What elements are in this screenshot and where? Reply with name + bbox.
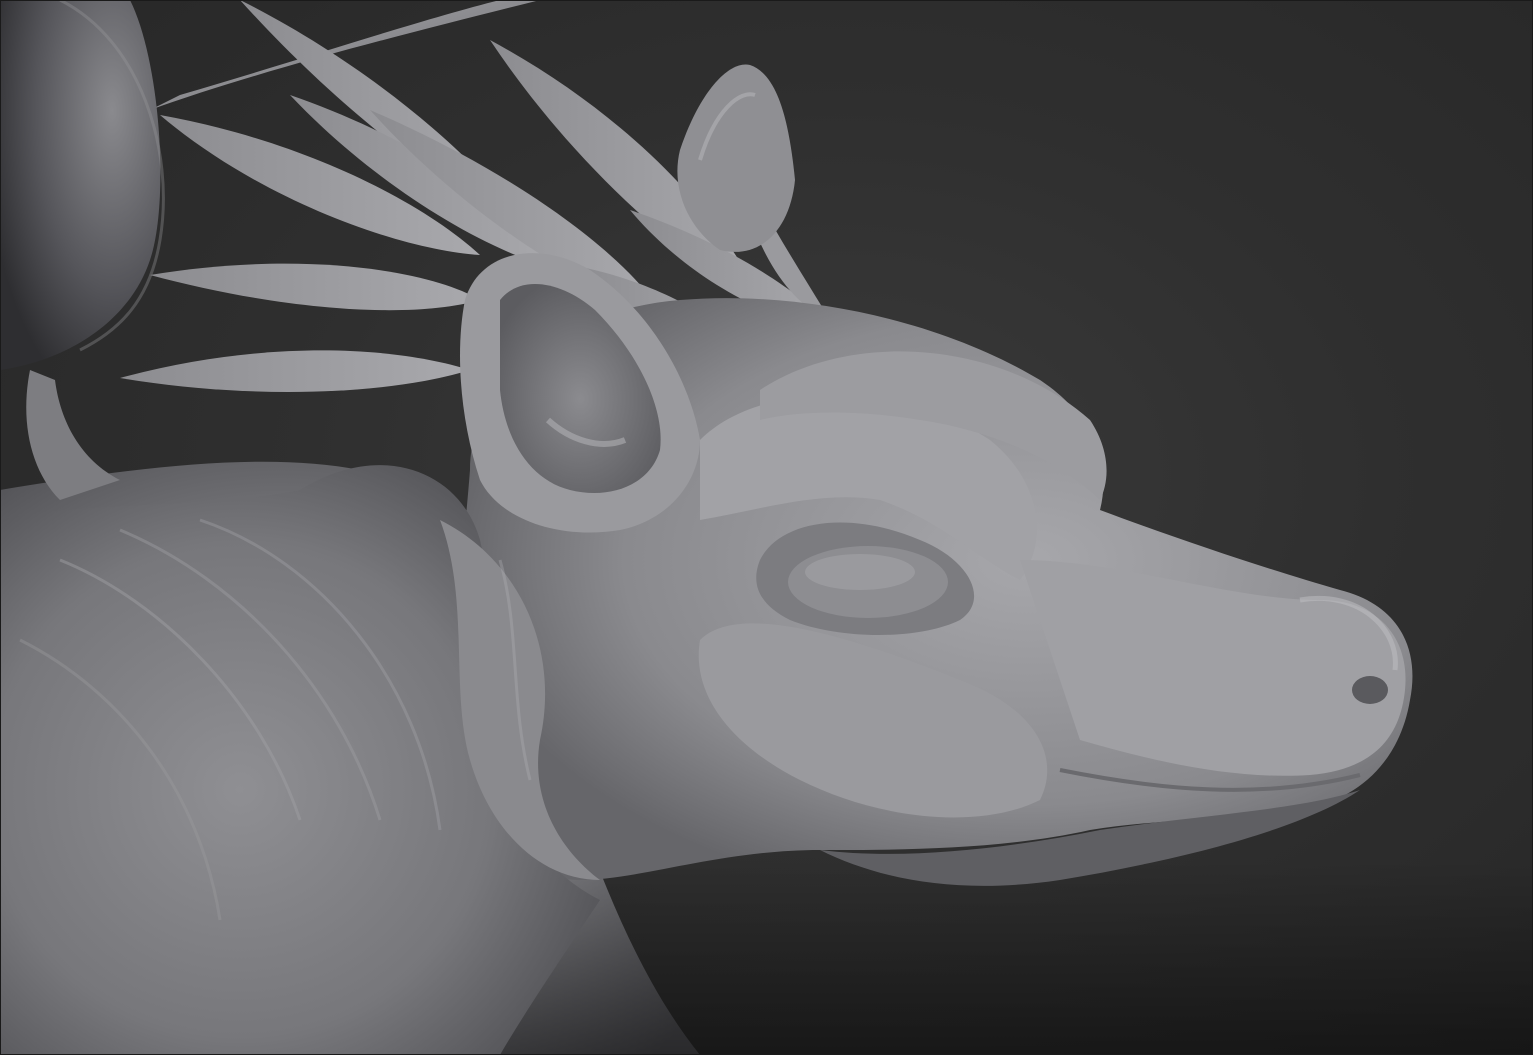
sculpt-viewport[interactable] <box>0 0 1533 1055</box>
sculpt-canvas[interactable] <box>0 0 1533 1055</box>
ear-far <box>677 64 795 252</box>
nostril <box>1352 676 1388 704</box>
